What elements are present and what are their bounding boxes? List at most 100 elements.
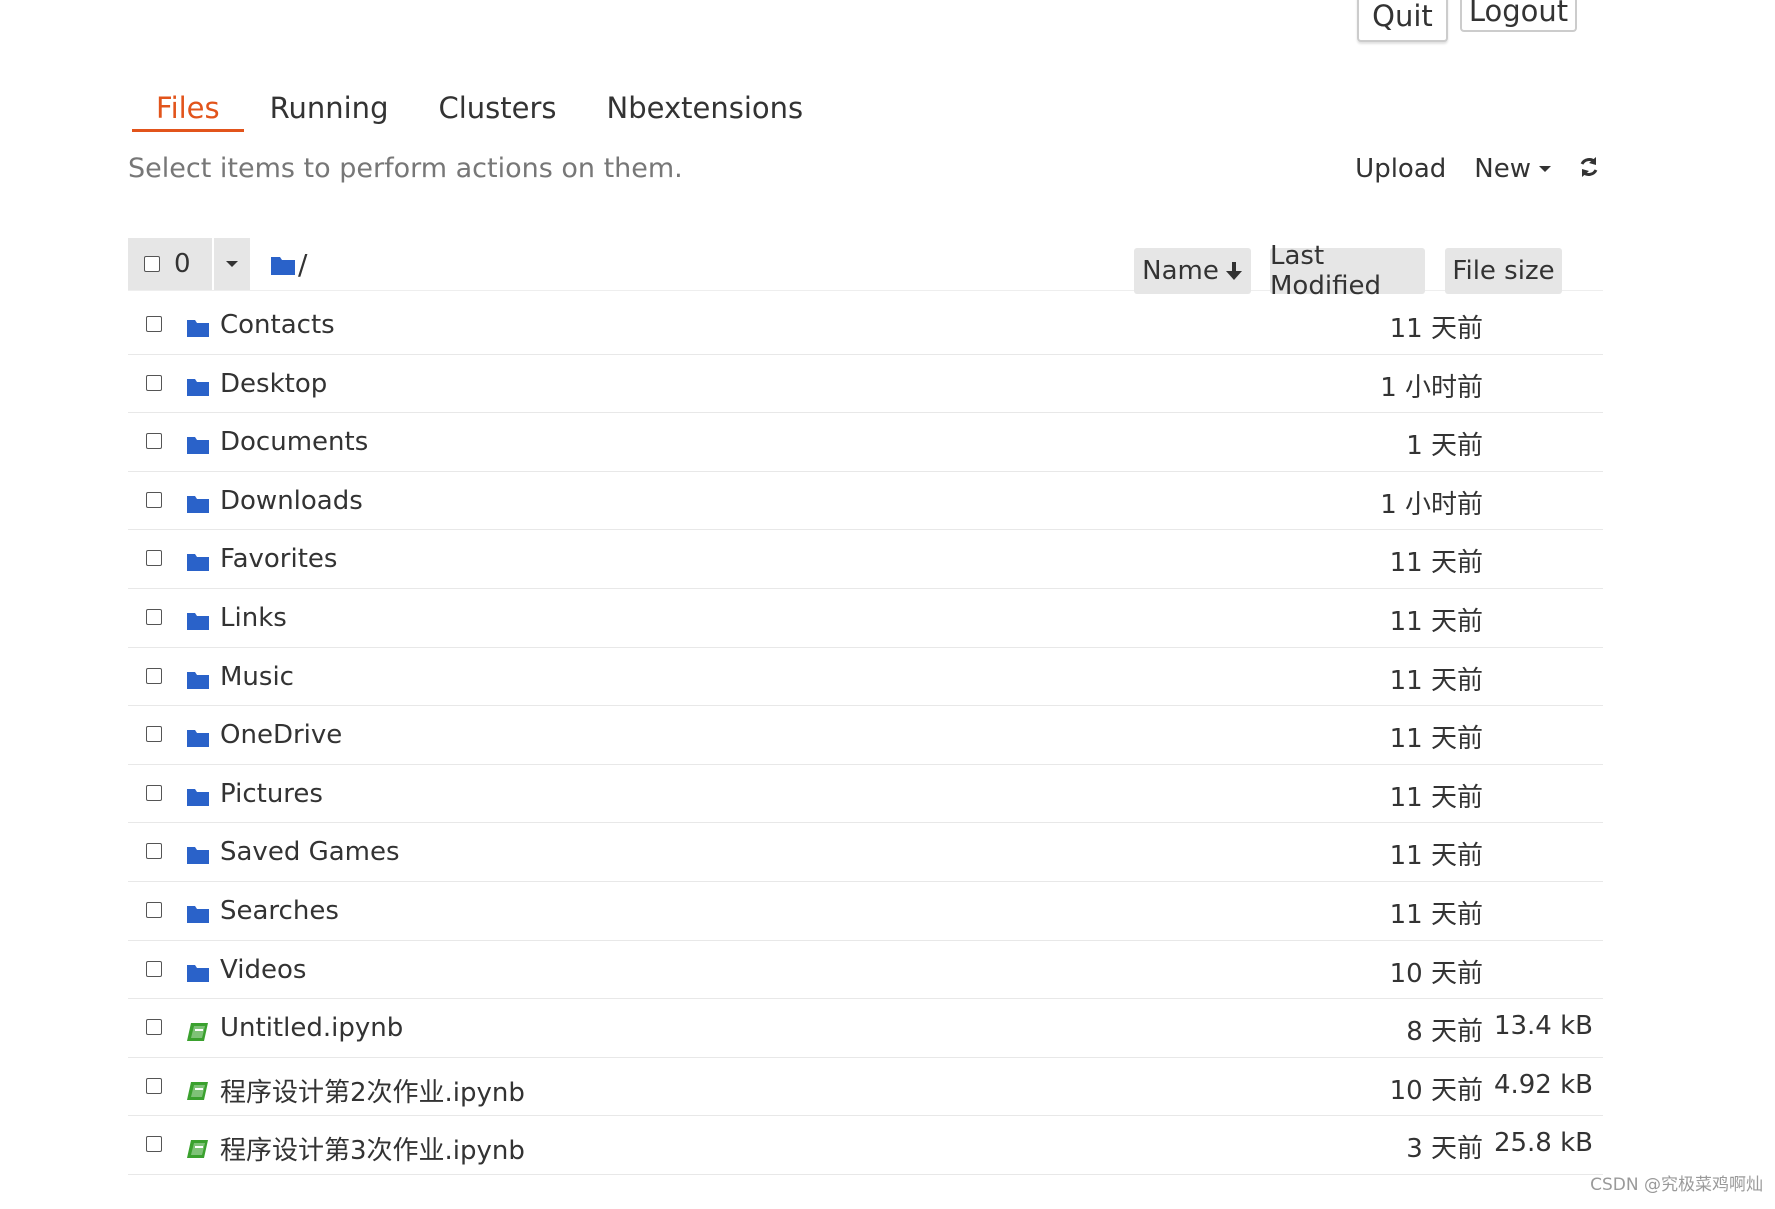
file-row[interactable]: Searches 11 天前 — [128, 882, 1603, 941]
last-modified: 1 小时前 — [1380, 489, 1483, 520]
file-row[interactable]: Contacts 11 天前 — [128, 296, 1603, 355]
row-checkbox[interactable] — [146, 784, 162, 801]
file-name-link[interactable]: Searches — [220, 896, 339, 926]
last-modified: 8 天前 — [1406, 1017, 1483, 1048]
file-name-link[interactable]: OneDrive — [220, 720, 342, 750]
last-modified: 11 天前 — [1389, 899, 1483, 930]
folder-icon — [271, 256, 295, 275]
quit-button[interactable]: Quit — [1357, 0, 1448, 42]
last-modified: 11 天前 — [1389, 841, 1483, 872]
caret-down-icon — [1539, 165, 1551, 172]
selection-dropdown-button[interactable] — [214, 238, 250, 290]
file-row[interactable]: Pictures 11 天前 — [128, 765, 1603, 824]
row-checkbox[interactable] — [146, 608, 162, 625]
file-row[interactable]: Videos 10 天前 — [128, 941, 1603, 1000]
selection-control: 0 — [128, 238, 250, 290]
folder-icon — [186, 963, 210, 987]
tab-files[interactable]: Files — [132, 88, 244, 132]
tab-running[interactable]: Running — [246, 88, 413, 132]
row-checkbox[interactable] — [146, 901, 162, 918]
refresh-icon[interactable] — [1579, 152, 1599, 185]
sort-name-label: Name — [1142, 256, 1219, 286]
breadcrumb[interactable]: / — [270, 248, 307, 281]
file-name-link[interactable]: Links — [220, 603, 287, 633]
folder-icon — [186, 787, 210, 811]
file-row[interactable]: 程序设计第3次作业.ipynb 3 天前 25.8 kB — [128, 1116, 1603, 1175]
row-checkbox[interactable] — [146, 491, 162, 508]
tab-clusters[interactable]: Clusters — [414, 88, 580, 132]
selection-hint: Select items to perform actions on them. — [128, 153, 683, 184]
file-row[interactable]: Links 11 天前 — [128, 589, 1603, 648]
last-modified: 11 天前 — [1389, 782, 1483, 813]
file-name-link[interactable]: Favorites — [220, 544, 337, 574]
folder-icon — [186, 845, 210, 869]
file-name-link[interactable]: Documents — [220, 427, 368, 457]
file-row[interactable]: Favorites 11 天前 — [128, 530, 1603, 589]
file-name-link[interactable]: Downloads — [220, 486, 363, 516]
last-modified: 3 天前 — [1406, 1134, 1483, 1165]
file-row[interactable]: Untitled.ipynb 8 天前 13.4 kB — [128, 999, 1603, 1058]
file-actions: Upload New — [1327, 152, 1599, 185]
file-size: 13.4 kB — [1493, 1011, 1593, 1042]
file-size: 25.8 kB — [1493, 1128, 1593, 1159]
row-checkbox[interactable] — [146, 316, 162, 332]
main-tabs: Files Running Clusters Nbextensions — [132, 88, 829, 132]
last-modified: 11 天前 — [1389, 724, 1483, 755]
file-row[interactable]: Music 11 天前 — [128, 648, 1603, 707]
row-checkbox[interactable] — [146, 550, 162, 567]
arrow-down-icon — [1225, 262, 1242, 280]
sort-by-name-button[interactable]: Name — [1134, 248, 1251, 294]
folder-icon — [186, 904, 210, 928]
row-checkbox[interactable] — [146, 1136, 162, 1153]
last-modified: 11 天前 — [1389, 606, 1483, 637]
last-modified: 11 天前 — [1389, 548, 1483, 579]
file-name-link[interactable]: Saved Games — [220, 837, 400, 867]
row-checkbox[interactable] — [146, 726, 162, 743]
file-name-link[interactable]: Desktop — [220, 369, 327, 399]
row-checkbox[interactable] — [146, 1077, 162, 1094]
select-all-box[interactable]: 0 — [128, 238, 212, 290]
file-list: Contacts 11 天前 Desktop 1 小时前 Documents 1 天前 Do… — [128, 296, 1603, 1175]
row-checkbox[interactable] — [146, 374, 162, 391]
file-name-link[interactable]: Contacts — [220, 310, 335, 340]
row-checkbox[interactable] — [146, 667, 162, 684]
file-name-link[interactable]: Videos — [220, 955, 306, 985]
breadcrumb-root[interactable]: / — [298, 248, 307, 281]
last-modified: 1 天前 — [1406, 431, 1483, 462]
last-modified: 10 天前 — [1389, 958, 1483, 989]
file-size: 4.92 kB — [1493, 1069, 1593, 1100]
last-modified: 11 天前 — [1389, 314, 1483, 344]
row-checkbox[interactable] — [146, 1019, 162, 1036]
selected-count: 0 — [174, 249, 191, 279]
file-row[interactable]: OneDrive 11 天前 — [128, 706, 1603, 765]
row-checkbox[interactable] — [146, 433, 162, 450]
caret-down-icon — [226, 261, 238, 267]
folder-icon — [186, 494, 210, 518]
file-list-header: 0 / Name Last Modified File size — [128, 238, 1603, 301]
folder-icon — [186, 377, 210, 401]
file-row[interactable]: Documents 1 天前 — [128, 413, 1603, 472]
upload-button[interactable]: Upload — [1355, 154, 1446, 184]
file-name-link[interactable]: 程序设计第2次作业.ipynb — [220, 1072, 525, 1109]
tab-nbextensions[interactable]: Nbextensions — [583, 88, 828, 132]
file-row[interactable]: Desktop 1 小时前 — [128, 355, 1603, 414]
last-modified: 1 小时前 — [1380, 372, 1483, 403]
sort-by-modified-button[interactable]: Last Modified — [1270, 241, 1425, 301]
select-all-checkbox[interactable] — [144, 256, 160, 272]
file-name-link[interactable]: 程序设计第3次作业.ipynb — [220, 1130, 525, 1167]
file-name-link[interactable]: Pictures — [220, 779, 323, 809]
folder-icon — [186, 728, 210, 752]
row-checkbox[interactable] — [146, 960, 162, 977]
file-name-link[interactable]: Music — [220, 662, 294, 692]
new-dropdown-button[interactable]: New — [1474, 154, 1551, 184]
logout-button[interactable]: Logout — [1460, 0, 1577, 32]
folder-icon — [186, 552, 210, 576]
notebook-icon — [186, 1021, 210, 1047]
sort-by-size-button[interactable]: File size — [1445, 248, 1562, 294]
file-name-link[interactable]: Untitled.ipynb — [220, 1013, 403, 1043]
file-row[interactable]: Downloads 1 小时前 — [128, 472, 1603, 531]
row-checkbox[interactable] — [146, 843, 162, 860]
folder-icon — [186, 318, 210, 342]
file-row[interactable]: 程序设计第2次作业.ipynb 10 天前 4.92 kB — [128, 1058, 1603, 1117]
file-row[interactable]: Saved Games 11 天前 — [128, 823, 1603, 882]
